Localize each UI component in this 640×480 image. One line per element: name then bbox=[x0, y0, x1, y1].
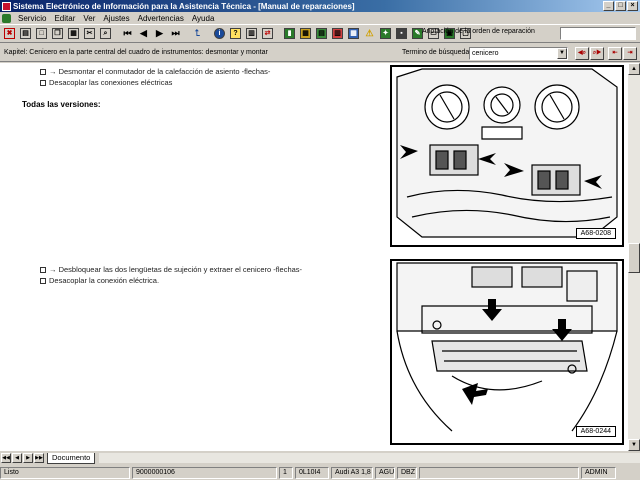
checkbox-icon[interactable] bbox=[40, 267, 46, 273]
order-input[interactable] bbox=[560, 27, 636, 40]
tab-first-icon[interactable]: ◀◀ bbox=[1, 453, 11, 463]
menu-ver[interactable]: Ver bbox=[79, 14, 99, 23]
section-heading: Todas las versiones: bbox=[22, 100, 101, 109]
find-icon[interactable]: ⌕ bbox=[98, 26, 113, 41]
tab-prev-icon[interactable]: ◀ bbox=[12, 453, 22, 463]
window-title: Sistema Electrónico de Información para … bbox=[13, 1, 355, 11]
menu-ajustes[interactable]: Ajustes bbox=[99, 14, 133, 23]
menu-app-icon bbox=[2, 13, 11, 23]
app-icon bbox=[2, 1, 11, 11]
scroll-up-icon[interactable]: ▲ bbox=[628, 63, 640, 75]
figure-ashtray: A68-0244 bbox=[390, 259, 624, 445]
maximize-button[interactable]: □ bbox=[615, 1, 626, 11]
toolbar: ✖ ▤ □ ❐ ▦ ✂ ⌕ ⏮ ◀ ▶ ⏭ ⮤ i ? ▥ ⇄ ▮ ▦ ▤ ▥ … bbox=[0, 24, 640, 43]
search-back-icon[interactable]: ◀⌕ bbox=[575, 47, 589, 60]
figure-heater-switches: A68-0208 bbox=[390, 65, 624, 247]
checkbox-icon[interactable] bbox=[40, 80, 46, 86]
menu-editar[interactable]: Editar bbox=[50, 14, 79, 23]
exit-icon[interactable]: ✖ bbox=[2, 26, 17, 41]
document-view: → Desmontar el conmutador de la calefacc… bbox=[0, 63, 628, 451]
status-model: Audi A3 1,8 bbox=[331, 466, 373, 479]
tab-next-icon[interactable]: ▶ bbox=[23, 453, 33, 463]
instruction-1: → Desmontar el conmutador de la calefacc… bbox=[40, 67, 270, 76]
status-user: ADMIN bbox=[581, 466, 616, 479]
history-icon[interactable]: ▥ bbox=[244, 26, 259, 41]
menu-advertencias[interactable]: Advertencias bbox=[134, 14, 188, 23]
print-icon[interactable]: ▤ bbox=[18, 26, 33, 41]
search-forward-icon[interactable]: ⌕▶ bbox=[590, 47, 604, 60]
help-icon[interactable]: ? bbox=[228, 26, 243, 41]
status-bar: Listo 9000000106 1 0L10I4 Audi A3 1,8 AG… bbox=[0, 465, 640, 480]
menu-servicio[interactable]: Servicio bbox=[14, 14, 50, 23]
last-page-icon[interactable]: ⏭ bbox=[168, 26, 183, 41]
search-label: Termino de búsqueda: bbox=[402, 49, 472, 56]
status-engine: AGU bbox=[375, 466, 395, 479]
wiring-icon[interactable]: ▤ bbox=[314, 26, 329, 41]
up-level-icon[interactable]: ⮤ bbox=[190, 26, 205, 41]
first-page-icon[interactable]: ⏮ bbox=[120, 26, 135, 41]
info-icon[interactable]: i bbox=[212, 26, 227, 41]
scroll-down-icon[interactable]: ▼ bbox=[628, 439, 640, 451]
new-document-icon[interactable]: □ bbox=[34, 26, 49, 41]
status-page: 1 bbox=[279, 466, 293, 479]
manual-icon[interactable]: ▦ bbox=[298, 26, 313, 41]
instruction-2: Desacoplar las conexiones eléctricas bbox=[40, 78, 172, 87]
menu-ayuda[interactable]: Ayuda bbox=[188, 14, 219, 23]
book-icon[interactable]: ▮ bbox=[282, 26, 297, 41]
status-state: Listo bbox=[0, 466, 130, 479]
tab-documento[interactable]: Documento bbox=[47, 452, 96, 464]
status-number: 9000000106 bbox=[132, 466, 277, 479]
minimize-button[interactable]: _ bbox=[603, 1, 614, 11]
next-page-icon[interactable]: ▶ bbox=[152, 26, 167, 41]
chapter-title: Kapitel: Cenicero en la parte central de… bbox=[4, 49, 268, 56]
tabs-bar: ◀◀ ◀ ▶ ▶▶ Documento bbox=[0, 452, 640, 464]
horizontal-scrollbar[interactable] bbox=[99, 453, 640, 463]
ashtray-illustration bbox=[396, 262, 618, 432]
search-dropdown-icon[interactable]: ▼ bbox=[557, 48, 567, 59]
status-gear: DBZ bbox=[397, 466, 417, 479]
checkbox-icon[interactable] bbox=[40, 278, 46, 284]
calendar-icon[interactable]: ▦ bbox=[346, 26, 361, 41]
cut-icon[interactable]: ✂ bbox=[82, 26, 97, 41]
paste-icon[interactable]: ▦ bbox=[66, 26, 81, 41]
chapter-bar: Kapitel: Cenicero en la parte central de… bbox=[0, 45, 640, 62]
checkbox-icon[interactable] bbox=[40, 69, 46, 75]
status-empty bbox=[419, 466, 579, 479]
search-prev-icon[interactable]: ⇤ bbox=[608, 47, 622, 60]
diagram-icon[interactable]: ▥ bbox=[330, 26, 345, 41]
close-button[interactable]: × bbox=[627, 1, 638, 11]
previous-page-icon[interactable]: ◀ bbox=[136, 26, 151, 41]
instruction-4: Desacoplar la conexión eléctrica. bbox=[40, 276, 159, 285]
instruction-3: → Desbloquear las dos lengüetas de sujec… bbox=[40, 265, 302, 274]
figure-1-label: A68-0208 bbox=[575, 228, 616, 239]
title-bar: Sistema Electrónico de Información para … bbox=[0, 0, 640, 12]
status-code: 0L10I4 bbox=[295, 466, 329, 479]
save-icon[interactable]: ▪ bbox=[394, 26, 409, 41]
swap-icon[interactable]: ⇄ bbox=[260, 26, 275, 41]
tab-last-icon[interactable]: ▶▶ bbox=[34, 453, 44, 463]
vertical-scrollbar[interactable]: ▲ ▼ bbox=[628, 63, 640, 451]
settings-icon[interactable]: ✦ bbox=[378, 26, 393, 41]
menu-bar: Servicio Editar Ver Ajustes Advertencias… bbox=[0, 12, 640, 24]
copy-icon[interactable]: ❐ bbox=[50, 26, 65, 41]
search-input[interactable]: cenicero bbox=[469, 47, 568, 60]
heater-switches-illustration bbox=[396, 68, 618, 238]
figure-2-label: A68-0244 bbox=[575, 426, 616, 437]
scroll-thumb[interactable] bbox=[628, 243, 640, 273]
warning-icon[interactable]: ⚠ bbox=[362, 26, 377, 41]
order-label: Anotación de la orden de reparación bbox=[422, 28, 535, 35]
search-next-icon[interactable]: ⇥ bbox=[623, 47, 637, 60]
